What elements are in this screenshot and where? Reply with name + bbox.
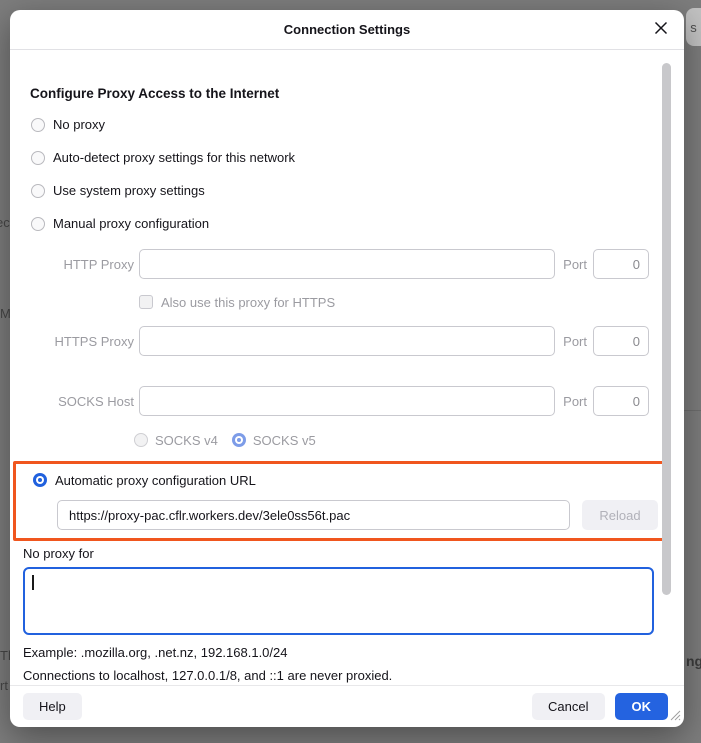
close-icon [654,21,668,38]
auto-url-row: Reload [57,500,658,530]
port-label: Port [563,257,587,272]
manual-proxy-fields: HTTP Proxy Port Also use this proxy for … [10,249,684,448]
no-proxy-textarea-wrap [23,567,654,635]
dialog-content: Configure Proxy Access to the Internet N… [10,50,684,683]
bg-divider-fragment [684,410,701,411]
http-proxy-input[interactable] [139,249,555,279]
http-port-input[interactable] [593,249,649,279]
proxy-url-input[interactable] [57,500,570,530]
auto-proxy-highlight-box: Automatic proxy configuration URL Reload [13,461,667,541]
bg-text-fragment: ec [0,215,10,230]
radio-icon [31,184,45,198]
also-https-row[interactable]: Also use this proxy for HTTPS [139,294,649,310]
radio-label: Manual proxy configuration [53,216,209,231]
radio-row-auto-url[interactable]: Automatic proxy configuration URL [33,472,658,488]
bg-button-fragment: s [686,8,701,46]
no-proxy-textarea[interactable] [23,567,654,635]
radio-row-auto-detect[interactable]: Auto-detect proxy settings for this netw… [31,150,684,165]
connection-settings-dialog: Connection Settings Configure Proxy Acce… [10,10,684,727]
checkbox-icon [139,295,153,309]
scrollbar-thumb[interactable] [662,63,671,595]
dialog-titlebar: Connection Settings [10,10,684,50]
socks-host-row: SOCKS Host Port [30,386,649,416]
socks-v4-label: SOCKS v4 [155,433,218,448]
page-title: Configure Proxy Access to the Internet [30,86,684,101]
http-proxy-row: HTTP Proxy Port [30,249,649,279]
dialog-footer: Help Cancel OK [10,685,684,727]
also-https-label: Also use this proxy for HTTPS [161,295,335,310]
cancel-button[interactable]: Cancel [532,693,604,720]
text-caret [32,575,34,590]
bg-text-fragment: rt [0,678,8,693]
resize-handle-icon[interactable] [667,707,681,724]
socks-v5-radio-icon[interactable] [232,433,246,447]
socks-host-input[interactable] [139,386,555,416]
radio-label: No proxy [53,117,105,132]
socks-v5-label: SOCKS v5 [253,433,316,448]
radio-row-system-proxy[interactable]: Use system proxy settings [31,183,684,198]
reload-button[interactable]: Reload [582,500,658,530]
https-port-input[interactable] [593,326,649,356]
no-proxy-note-text: Connections to localhost, 127.0.0.1/8, a… [23,668,684,683]
socks-v4-radio-icon[interactable] [134,433,148,447]
bg-text-fragment: s [690,20,697,35]
ok-button[interactable]: OK [615,693,669,720]
port-label: Port [563,334,587,349]
socks-host-label: SOCKS Host [30,394,134,409]
no-proxy-for-label: No proxy for [23,546,684,561]
radio-icon [31,151,45,165]
auto-url-radio-icon [33,473,47,487]
radio-icon [31,118,45,132]
close-button[interactable] [650,19,672,41]
socks-version-row: SOCKS v4 SOCKS v5 [134,432,649,448]
dialog-title: Connection Settings [284,22,410,37]
socks-port-input[interactable] [593,386,649,416]
radio-label: Auto-detect proxy settings for this netw… [53,150,295,165]
help-button[interactable]: Help [23,693,82,720]
proxy-mode-group: No proxy Auto-detect proxy settings for … [31,117,684,231]
https-proxy-input[interactable] [139,326,555,356]
port-label: Port [563,394,587,409]
auto-url-label: Automatic proxy configuration URL [55,473,256,488]
radio-label: Use system proxy settings [53,183,205,198]
radio-row-no-proxy[interactable]: No proxy [31,117,684,132]
bg-text-fragment: ng [686,653,701,669]
radio-icon [31,217,45,231]
no-proxy-example-text: Example: .mozilla.org, .net.nz, 192.168.… [23,645,684,660]
radio-row-manual-proxy[interactable]: Manual proxy configuration [31,216,684,231]
http-proxy-label: HTTP Proxy [30,257,134,272]
https-proxy-label: HTTPS Proxy [30,334,134,349]
https-proxy-row: HTTPS Proxy Port [30,326,649,356]
